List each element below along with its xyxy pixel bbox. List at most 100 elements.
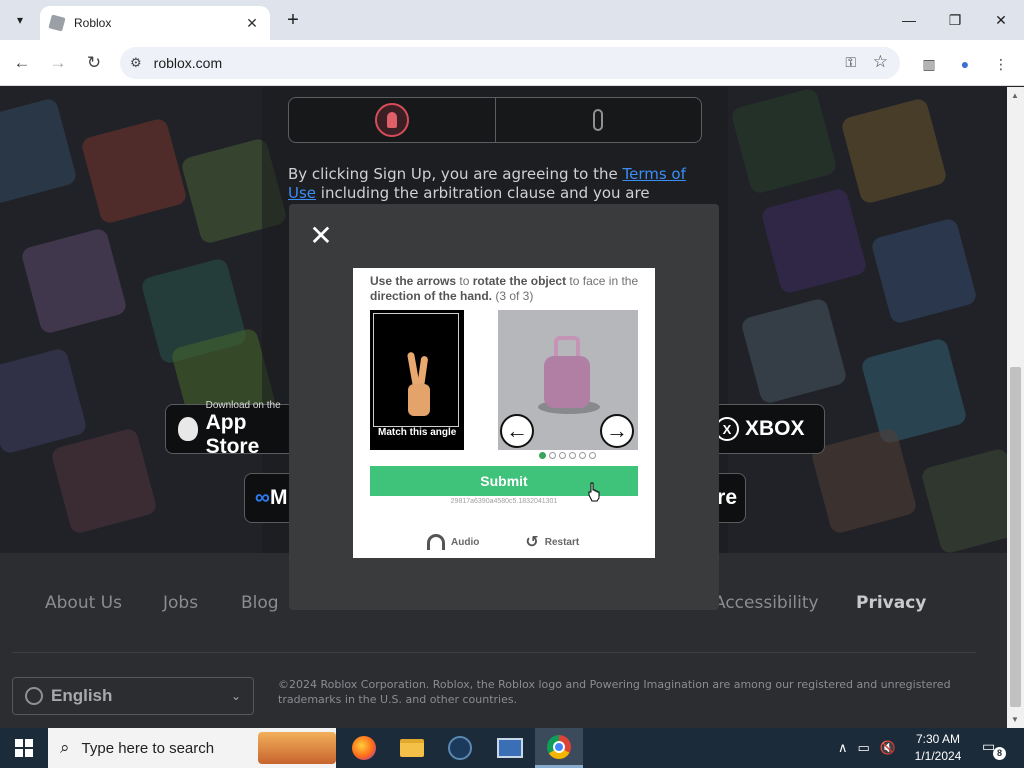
firefox-app[interactable] <box>340 728 388 768</box>
footer-link-blog[interactable]: Blog <box>241 593 279 613</box>
headphones-icon <box>427 534 445 550</box>
search-highlight-icon <box>258 732 336 764</box>
male-icon <box>593 109 604 131</box>
windows-icon <box>15 739 33 757</box>
footer-link-about[interactable]: About Us <box>45 593 122 613</box>
notification-badge: 8 <box>993 747 1006 760</box>
instr-part-5: direction of the hand. <box>370 289 492 303</box>
chevron-down-icon: ⌄ <box>230 689 241 703</box>
roblox-favicon-icon <box>48 14 66 32</box>
instr-part-2: to <box>456 274 473 288</box>
language-select[interactable]: English ⌄ <box>12 677 254 715</box>
notification-button[interactable]: ▭ 8 <box>982 738 1006 760</box>
tab-search-button[interactable]: ▾ <box>8 8 32 32</box>
legal-text: By clicking Sign Up, you are agreeing to… <box>288 165 708 203</box>
minimize-button[interactable]: — <box>886 0 932 40</box>
key-icon[interactable]: ⚿ <box>845 54 856 71</box>
volume-muted-icon[interactable]: 🔇 <box>880 740 896 756</box>
menu-icon[interactable]: ⋮ <box>991 54 1011 74</box>
remote-desktop-icon <box>497 738 523 758</box>
instr-part-3: rotate the object <box>472 274 567 288</box>
restart-icon: ↺ <box>525 534 539 551</box>
bookmark-star-icon[interactable]: ☆ <box>873 52 888 72</box>
steam-app[interactable] <box>436 728 484 768</box>
legal-text-prefix: By clicking Sign Up, you are agreeing to… <box>288 165 623 183</box>
globe-icon <box>25 687 43 705</box>
folder-icon <box>400 739 424 757</box>
instr-part-1: Use the arrows <box>370 274 457 288</box>
audio-label: Audio <box>451 536 480 548</box>
xbox-label: XBOX <box>745 417 805 440</box>
address-bar[interactable]: ⚙ roblox.com ⚿ ☆ <box>120 47 900 79</box>
url-text: roblox.com <box>153 55 223 71</box>
instr-part-6: (3 of 3) <box>492 289 534 303</box>
captcha-challenge: Use the arrows to rotate the object to f… <box>353 268 655 558</box>
browser-tab[interactable]: Roblox ✕ <box>40 6 270 40</box>
instr-part-4: to face in the <box>566 274 639 288</box>
steam-icon <box>448 736 472 760</box>
reference-image: Match this angle <box>370 310 464 450</box>
reload-button[interactable]: ↻ <box>79 48 109 78</box>
gender-female-button[interactable] <box>289 98 495 142</box>
captcha-instructions: Use the arrows to rotate the object to f… <box>370 274 640 304</box>
scroll-up-icon[interactable]: ▲ <box>1011 91 1019 100</box>
scroll-thumb[interactable] <box>1010 367 1021 707</box>
page-scrollbar[interactable]: ▲ ▼ <box>1007 87 1024 728</box>
network-icon[interactable]: ▭ <box>858 740 870 756</box>
forward-button[interactable]: → <box>43 48 73 78</box>
progress-dot <box>539 452 546 459</box>
progress-dot <box>559 452 566 459</box>
progress-dot <box>579 452 586 459</box>
clock-date: 1/1/2024 <box>914 749 962 763</box>
restart-button[interactable]: ↺ Restart <box>525 532 579 552</box>
progress-dot <box>589 452 596 459</box>
chrome-icon <box>547 734 571 759</box>
rotatable-object-view: ← → <box>498 310 638 450</box>
search-placeholder: Type here to search <box>81 739 215 757</box>
copyright-text: ©2024 Roblox Corporation. Roblox, the Ro… <box>278 678 951 706</box>
rotate-left-button[interactable]: ← <box>500 414 534 448</box>
remote-desktop-app[interactable] <box>486 728 534 768</box>
gender-male-button[interactable] <box>494 98 702 142</box>
match-label: Match this angle <box>378 427 457 438</box>
gender-selector <box>288 97 702 143</box>
hand-cursor-icon <box>588 482 600 502</box>
language-value: English <box>51 686 113 705</box>
app-store-badge[interactable]: Download on the App Store <box>165 400 305 458</box>
store-label: re <box>717 486 737 509</box>
tab-strip: ▾ Roblox ✕ + — ❐ ✕ <box>0 0 1024 40</box>
taskbar-search[interactable]: ⌕ Type here to search <box>48 728 336 768</box>
clock[interactable]: 7:30 AM 1/1/2024 <box>906 731 970 765</box>
restart-label: Restart <box>544 536 580 548</box>
tab-title: Roblox <box>74 16 112 30</box>
chrome-app[interactable] <box>535 728 583 768</box>
rotate-right-button[interactable]: → <box>600 414 634 448</box>
footer-link-privacy[interactable]: Privacy <box>856 593 926 613</box>
captcha-modal: ✕ Use the arrows to rotate the object to… <box>289 204 719 610</box>
toolbar: ← → ↻ ⚙ roblox.com ⚿ ☆ ▥ ● ⋮ <box>0 40 1024 86</box>
audio-button[interactable]: Audio <box>427 532 479 552</box>
new-tab-button[interactable]: + <box>282 8 304 32</box>
search-icon: ⌕ <box>60 738 70 757</box>
back-button[interactable]: ← <box>7 48 37 78</box>
scroll-down-icon[interactable]: ▼ <box>1011 715 1019 724</box>
restore-button[interactable]: ❐ <box>932 0 978 40</box>
meta-label: M <box>269 486 288 509</box>
footer-link-accessibility[interactable]: Accessibility <box>714 593 819 613</box>
system-tray: ∧ ▭ 🔇 <box>838 728 896 768</box>
profile-icon[interactable]: ● <box>955 54 975 74</box>
progress-dot <box>549 452 556 459</box>
firefox-icon <box>352 736 376 760</box>
taskbar: ⌕ Type here to search ∧ ▭ 🔇 7:30 AM 1/1/… <box>0 728 1024 768</box>
tray-chevron-up-icon[interactable]: ∧ <box>838 740 848 756</box>
footer-divider <box>12 652 976 653</box>
tab-close-icon[interactable]: ✕ <box>244 15 260 32</box>
site-info-icon[interactable]: ⚙ <box>130 55 142 71</box>
captcha-footer: Audio ↺ Restart <box>427 532 579 552</box>
start-button[interactable] <box>0 728 48 768</box>
file-explorer-app[interactable] <box>388 728 436 768</box>
close-window-button[interactable]: ✕ <box>978 0 1024 40</box>
side-panel-icon[interactable]: ▥ <box>919 54 939 74</box>
footer-link-jobs[interactable]: Jobs <box>163 593 198 613</box>
modal-close-icon[interactable]: ✕ <box>309 222 333 250</box>
